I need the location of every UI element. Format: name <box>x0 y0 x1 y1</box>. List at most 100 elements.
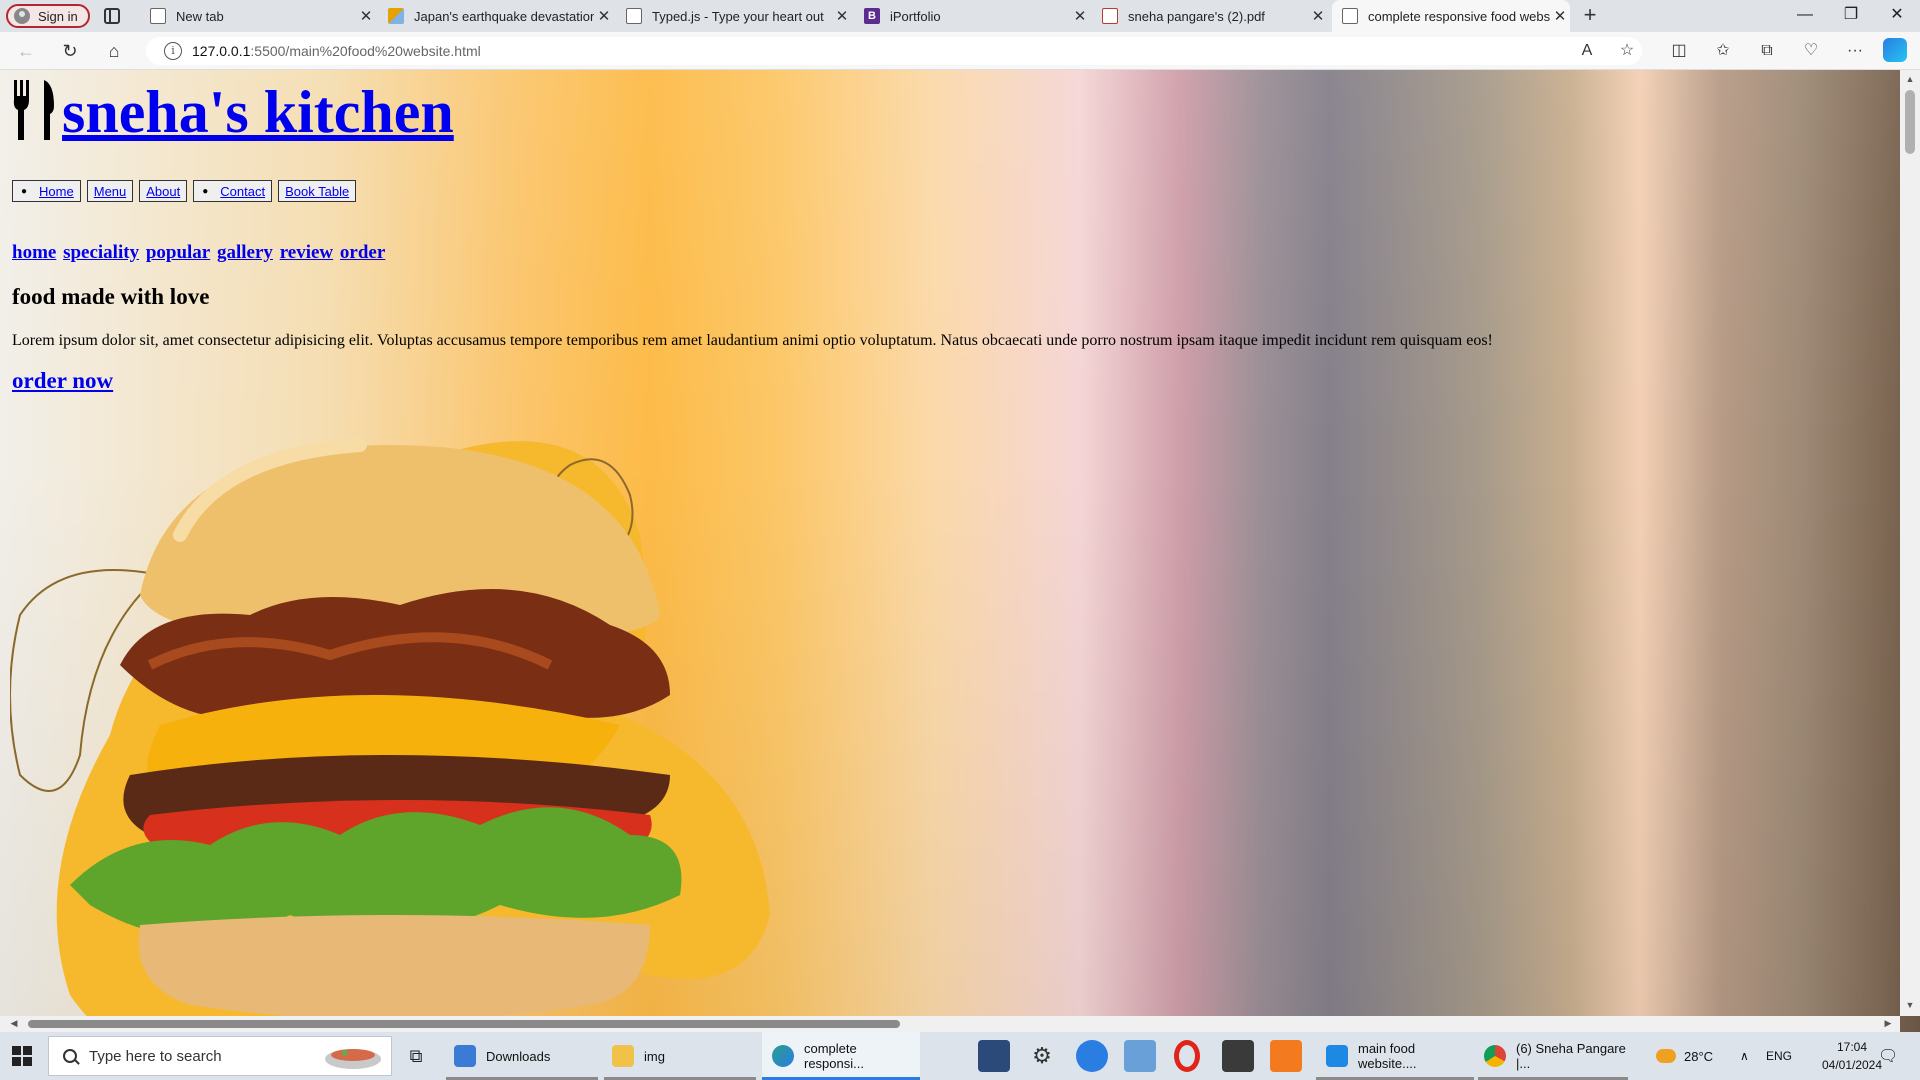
tab-iportfolio[interactable]: B iPortfolio ✕ <box>854 0 1090 32</box>
taskbar-app-edge[interactable]: complete responsi... <box>762 1032 920 1080</box>
tab-actions-icon[interactable] <box>104 8 120 24</box>
new-tab-button[interactable]: + <box>1578 4 1602 28</box>
close-window-button[interactable]: ✕ <box>1874 0 1920 32</box>
favorite-star-icon[interactable]: ☆ <box>1614 39 1640 63</box>
refresh-button[interactable]: ↻ <box>58 39 82 63</box>
settings-gear-icon[interactable]: ⚙ <box>1026 1040 1058 1072</box>
close-tab-icon[interactable]: ✕ <box>1550 7 1570 25</box>
tab-food-website[interactable]: complete responsive food websi ✕ <box>1332 0 1570 32</box>
about-link[interactable]: About <box>146 184 180 199</box>
windows-start-icon[interactable] <box>12 1046 32 1066</box>
home-button[interactable]: ⌂ <box>102 39 126 63</box>
taskbar-app-vscode[interactable]: main food website.... <box>1316 1032 1474 1080</box>
collections-icon[interactable]: ⧉ <box>1754 39 1780 63</box>
home-link[interactable]: Home <box>39 184 74 199</box>
pinned-app-icon[interactable] <box>978 1040 1010 1072</box>
contact-link[interactable]: Contact <box>220 184 265 199</box>
back-button[interactable]: ← <box>14 39 38 63</box>
chrome-icon <box>1484 1045 1506 1067</box>
bullet-icon: ● <box>21 185 28 197</box>
scroll-up-icon[interactable]: ▲ <box>1904 74 1916 86</box>
vscode-icon <box>1326 1045 1348 1067</box>
tab-title: sneha pangare's (2).pdf <box>1128 8 1265 24</box>
read-aloud-icon[interactable]: A <box>1574 39 1600 63</box>
language-indicator[interactable]: ENG <box>1766 1032 1792 1080</box>
taskbar-app-downloads[interactable]: Downloads <box>446 1032 598 1080</box>
contact-button[interactable]: ● Contact <box>193 180 273 202</box>
book-table-link[interactable]: Book Table <box>285 184 349 199</box>
nav-link-review[interactable]: review <box>280 242 333 263</box>
sign-in-button[interactable]: Sign in <box>6 4 90 28</box>
about-button[interactable]: About <box>139 180 188 202</box>
tab-pdf[interactable]: sneha pangare's (2).pdf ✕ <box>1092 0 1328 32</box>
home-button[interactable]: ● Home <box>12 180 81 202</box>
order-now-link[interactable]: order now <box>12 368 113 394</box>
opera-icon[interactable] <box>1174 1040 1200 1072</box>
weather-widget[interactable]: 28°C <box>1656 1032 1713 1080</box>
nav-link-gallery[interactable]: gallery <box>217 242 273 263</box>
taskbar-app-chrome[interactable]: (6) Sneha Pangare |... <box>1478 1032 1628 1080</box>
horizontal-scrollbar[interactable]: ◀ ▶ <box>0 1016 1900 1032</box>
file-app-icon[interactable] <box>1124 1040 1156 1072</box>
logo-link[interactable]: sneha's kitchen <box>62 82 454 142</box>
search-placeholder: Type here to search <box>89 1047 222 1065</box>
folder-icon <box>612 1045 634 1067</box>
vertical-scroll-thumb[interactable] <box>1905 90 1915 154</box>
show-hidden-icons-icon[interactable]: ∧ <box>1740 1032 1749 1080</box>
taskbar-app-label: complete responsi... <box>804 1041 864 1071</box>
close-tab-icon[interactable]: ✕ <box>832 7 852 25</box>
hero-description: Lorem ipsum dolor sit, amet consectetur … <box>12 332 1493 349</box>
taskbar-app-img[interactable]: img <box>604 1032 756 1080</box>
menu-button[interactable]: Menu <box>86 180 134 202</box>
book-table-button[interactable]: Book Table <box>278 180 357 202</box>
minimize-button[interactable]: — <box>1782 0 1828 32</box>
site-logo[interactable]: sneha's kitchen <box>12 76 454 142</box>
close-tab-icon[interactable]: ✕ <box>594 7 614 25</box>
food-website-page: sneha's kitchen ● Home Menu About ● Contac… <box>0 70 1920 1025</box>
taskbar-app-label: Downloads <box>486 1048 551 1064</box>
browser-essentials-icon[interactable]: ♡ <box>1798 39 1824 63</box>
horizontal-scroll-thumb[interactable] <box>28 1020 900 1028</box>
page-icon <box>150 8 166 24</box>
scroll-left-icon[interactable]: ◀ <box>8 1018 20 1030</box>
menu-link[interactable]: Menu <box>94 184 127 199</box>
tab-typedjs[interactable]: Typed.js - Type your heart out ✕ <box>616 0 852 32</box>
nav-link-speciality[interactable]: speciality <box>63 242 139 263</box>
split-screen-icon[interactable]: ◫ <box>1666 39 1692 63</box>
notifications-icon[interactable]: 🗨 <box>1878 1032 1898 1080</box>
restore-button[interactable]: ❐ <box>1828 0 1874 32</box>
site-info-icon[interactable]: i <box>164 42 182 60</box>
nav-link-home[interactable]: home <box>12 242 56 263</box>
browser-tab-strip: Sign in New tab ✕ Japan's earthquake dev… <box>0 0 1920 32</box>
task-view-icon[interactable]: ⧉ <box>400 1040 432 1072</box>
search-icon <box>63 1049 77 1063</box>
nav-link-order[interactable]: order <box>340 242 385 263</box>
nav-link-popular[interactable]: popular <box>146 242 210 263</box>
more-menu-icon[interactable]: ··· <box>1842 39 1868 63</box>
tab-new-tab[interactable]: New tab ✕ <box>140 0 376 32</box>
utensils-icon <box>13 80 54 140</box>
scroll-down-icon[interactable]: ▼ <box>1904 1000 1916 1012</box>
vertical-scrollbar[interactable]: ▲ ▼ <box>1900 70 1920 1016</box>
favorites-icon[interactable]: ✩ <box>1710 39 1736 63</box>
close-tab-icon[interactable]: ✕ <box>356 7 376 25</box>
taskbar-search-box[interactable]: Type here to search <box>48 1036 392 1076</box>
burger-image <box>10 438 770 1025</box>
taskbar-app-label: main food website.... <box>1358 1041 1417 1071</box>
tab-title: Typed.js - Type your heart out <box>652 8 824 24</box>
address-bar[interactable]: i 127.0.0.1:5500/main%20food%20website.h… <box>146 37 1642 65</box>
browser-pinned-icon[interactable] <box>1076 1040 1108 1072</box>
tab-title: iPortfolio <box>890 8 941 24</box>
close-tab-icon[interactable]: ✕ <box>1070 7 1090 25</box>
tab-earthquake-news[interactable]: Japan's earthquake devastation c ✕ <box>378 0 614 32</box>
close-tab-icon[interactable]: ✕ <box>1308 7 1328 25</box>
copilot-icon[interactable] <box>1883 38 1907 62</box>
search-highlight-icon <box>325 1049 381 1069</box>
xampp-icon[interactable] <box>1270 1040 1302 1072</box>
scroll-right-icon[interactable]: ▶ <box>1882 1018 1894 1030</box>
page-icon <box>626 8 642 24</box>
page-viewport: sneha's kitchen ● Home Menu About ● Contac… <box>0 70 1920 1032</box>
store-icon[interactable] <box>1222 1040 1254 1072</box>
sign-in-label: Sign in <box>38 8 78 24</box>
hero-tagline: food made with love <box>12 284 210 309</box>
